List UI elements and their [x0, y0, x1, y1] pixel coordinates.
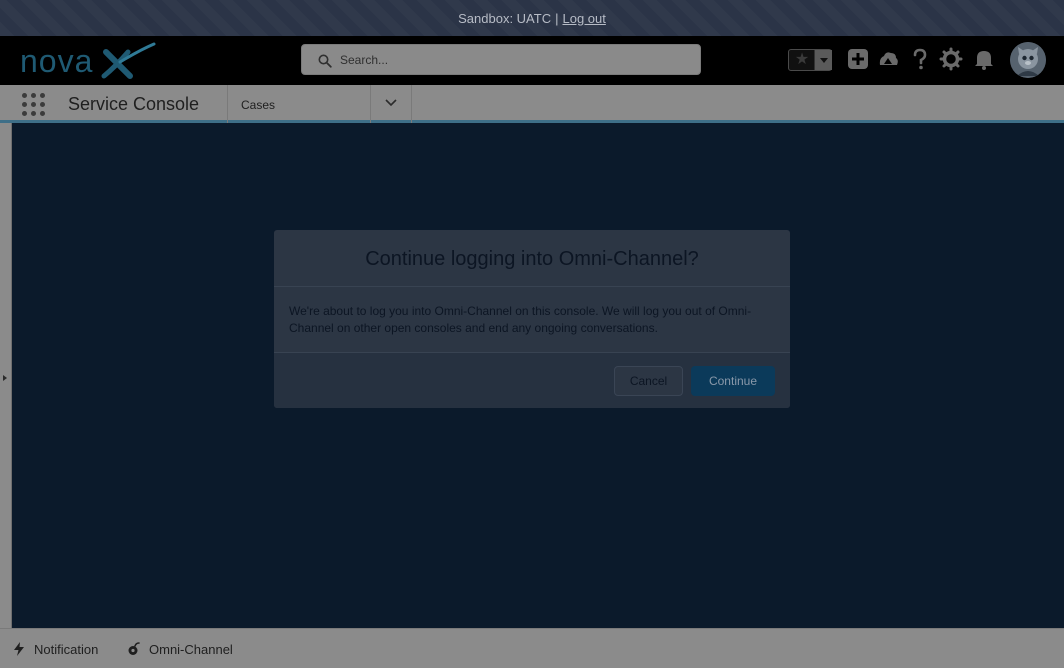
utility-item-omni-channel[interactable]: Omni-Channel	[127, 629, 233, 668]
setup-gear-icon[interactable]	[938, 46, 964, 72]
help-icon[interactable]	[907, 46, 933, 72]
modal-footer: Cancel Continue	[274, 352, 790, 408]
utility-item-label: Notification	[34, 641, 99, 657]
utility-item-label: Omni-Channel	[149, 641, 233, 657]
global-actions-plus-icon[interactable]	[845, 46, 871, 72]
sandbox-separator: |	[555, 10, 559, 26]
app-launcher-icon[interactable]	[22, 93, 46, 117]
nav-item-label: Cases	[241, 98, 276, 112]
favorites-group: ★	[788, 49, 832, 71]
omni-channel-login-modal: Continue logging into Omni-Channel? We'r…	[274, 230, 790, 408]
continue-button[interactable]: Continue	[691, 366, 775, 396]
sandbox-label: Sandbox: UATC	[458, 10, 552, 26]
sandbox-banner: Sandbox: UATC | Log out	[0, 0, 1064, 36]
lightning-bolt-icon	[14, 642, 24, 656]
nav-item-cases[interactable]: Cases	[227, 85, 371, 123]
expand-arrow-icon	[3, 375, 7, 381]
app-name: Service Console	[68, 94, 200, 114]
svg-text:nova: nova	[20, 43, 93, 79]
modal-body-text: We're about to log you into Omni-Channel…	[289, 304, 752, 335]
omni-channel-icon	[128, 642, 140, 655]
app-navigation-bar: Service Console Cases	[0, 85, 1064, 123]
modal-title: Continue logging into Omni-Channel?	[365, 248, 699, 270]
novax-logo[interactable]: nova	[20, 42, 160, 80]
global-header: nova ★	[0, 36, 1064, 85]
logout-link[interactable]: Log out	[562, 11, 605, 26]
cancel-button[interactable]: Cancel	[614, 366, 683, 396]
modal-header: Continue logging into Omni-Channel?	[274, 230, 790, 287]
notifications-bell-icon[interactable]	[971, 46, 997, 72]
utility-bar: Notification Omni-Channel	[0, 628, 1064, 668]
search-input[interactable]	[340, 45, 690, 74]
utility-item-notification[interactable]: Notification	[12, 629, 98, 668]
search-icon	[318, 54, 332, 68]
global-search[interactable]	[301, 44, 701, 75]
left-sidebar-toggle[interactable]	[0, 123, 12, 628]
favorites-star-icon[interactable]: ★	[791, 51, 813, 69]
user-avatar[interactable]	[1010, 42, 1046, 78]
favorites-list-icon[interactable]	[814, 50, 832, 70]
trailhead-icon[interactable]	[875, 46, 901, 72]
nav-menu-dropdown[interactable]	[371, 85, 412, 123]
chevron-down-icon	[385, 99, 397, 107]
